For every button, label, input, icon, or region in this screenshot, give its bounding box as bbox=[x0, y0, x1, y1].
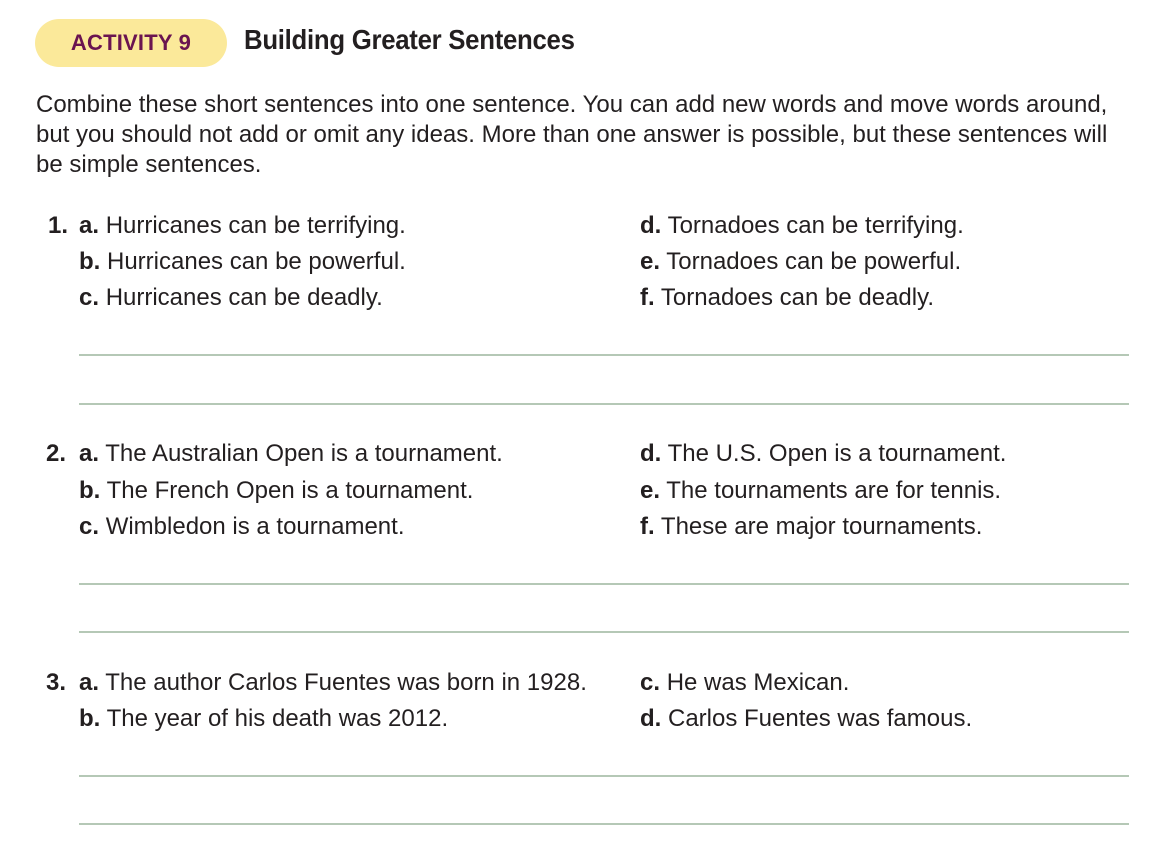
sentence-text: He was Mexican. bbox=[666, 669, 850, 696]
answer-line-3a[interactable] bbox=[79, 775, 1129, 777]
item-1-sentence-a: a. Hurricanes can be terrifying. bbox=[79, 212, 406, 240]
item-1-sentence-b: b. Hurricanes can be powerful. bbox=[79, 248, 406, 276]
item-3-number: 3. bbox=[46, 669, 67, 696]
activity-badge: ACTIVITY 9 bbox=[35, 19, 227, 67]
item-2-number: 2. bbox=[46, 440, 67, 467]
item-2-sentence-c: c. Wimbledon is a tournament. bbox=[79, 513, 405, 541]
answer-line-2a[interactable] bbox=[79, 583, 1129, 585]
item-2-sentence-f: f. These are major tournaments. bbox=[640, 513, 982, 541]
sentence-text: The author Carlos Fuentes was born in 19… bbox=[105, 669, 587, 696]
sentence-text: Hurricanes can be terrifying. bbox=[105, 212, 406, 239]
item-1-number: 1. bbox=[48, 212, 69, 239]
item-3-sentence-a: a. The author Carlos Fuentes was born in… bbox=[79, 669, 587, 697]
activity-title: Building Greater Sentences bbox=[244, 24, 575, 55]
answer-line-1a[interactable] bbox=[79, 354, 1129, 356]
item-1-sentence-e: e. Tornadoes can be powerful. bbox=[640, 248, 961, 276]
activity-badge-label: ACTIVITY 9 bbox=[70, 30, 192, 55]
item-1-sentence-d: d. Tornadoes can be terrifying. bbox=[640, 212, 964, 240]
sentence-label: b. bbox=[79, 477, 101, 504]
sentence-label: e. bbox=[640, 248, 661, 275]
item-1-sentence-f: f. Tornadoes can be deadly. bbox=[640, 284, 934, 312]
item-3-sentence-c: c. He was Mexican. bbox=[640, 669, 849, 697]
instructions: Combine these short sentences into one s… bbox=[36, 91, 1108, 178]
sentence-label: c. bbox=[79, 284, 100, 311]
sentence-text: The tournaments are for tennis. bbox=[666, 477, 1002, 504]
sentence-text: Hurricanes can be deadly. bbox=[105, 284, 383, 311]
sentence-text: The year of his death was 2012. bbox=[106, 705, 449, 732]
answer-line-2b[interactable] bbox=[79, 631, 1129, 633]
item-2-sentence-a: a. The Australian Open is a tournament. bbox=[79, 440, 503, 468]
sentence-text: The U.S. Open is a tournament. bbox=[667, 440, 1007, 467]
sentence-label: d. bbox=[640, 440, 662, 467]
sentence-label: a. bbox=[79, 669, 100, 696]
sentence-text: Hurricanes can be powerful. bbox=[107, 248, 406, 275]
sentence-label: b. bbox=[79, 248, 101, 275]
item-3-sentence-d: d. Carlos Fuentes was famous. bbox=[640, 705, 972, 733]
sentence-label: c. bbox=[79, 513, 100, 540]
sentence-text: Carlos Fuentes was famous. bbox=[668, 705, 973, 732]
item-3-sentence-b: b. The year of his death was 2012. bbox=[79, 705, 448, 733]
sentence-text: The French Open is a tournament. bbox=[106, 477, 474, 504]
sentence-label: f. bbox=[640, 513, 655, 540]
sentence-label: d. bbox=[640, 705, 662, 732]
answer-line-1b[interactable] bbox=[79, 403, 1129, 405]
sentence-text: The Australian Open is a tournament. bbox=[105, 440, 503, 467]
item-2-sentence-b: b. The French Open is a tournament. bbox=[79, 477, 473, 505]
sentence-label: c. bbox=[640, 669, 661, 696]
sentence-label: d. bbox=[640, 212, 662, 239]
sentence-label: a. bbox=[79, 440, 100, 467]
item-1-sentence-c: c. Hurricanes can be deadly. bbox=[79, 284, 383, 312]
sentence-label: a. bbox=[79, 212, 100, 239]
sentence-label: e. bbox=[640, 477, 661, 504]
sentence-label: b. bbox=[79, 705, 101, 732]
sentence-text: These are major tournaments. bbox=[660, 513, 983, 540]
answer-line-3b[interactable] bbox=[79, 823, 1129, 825]
sentence-label: f. bbox=[640, 284, 655, 311]
sentence-text: Tornadoes can be terrifying. bbox=[667, 212, 964, 239]
sentence-text: Tornadoes can be powerful. bbox=[666, 248, 962, 275]
sentence-text: Tornadoes can be deadly. bbox=[660, 284, 934, 311]
item-2-sentence-d: d. The U.S. Open is a tournament. bbox=[640, 440, 1006, 468]
sentence-text: Wimbledon is a tournament. bbox=[105, 513, 405, 540]
item-2-sentence-e: e. The tournaments are for tennis. bbox=[640, 477, 1001, 505]
